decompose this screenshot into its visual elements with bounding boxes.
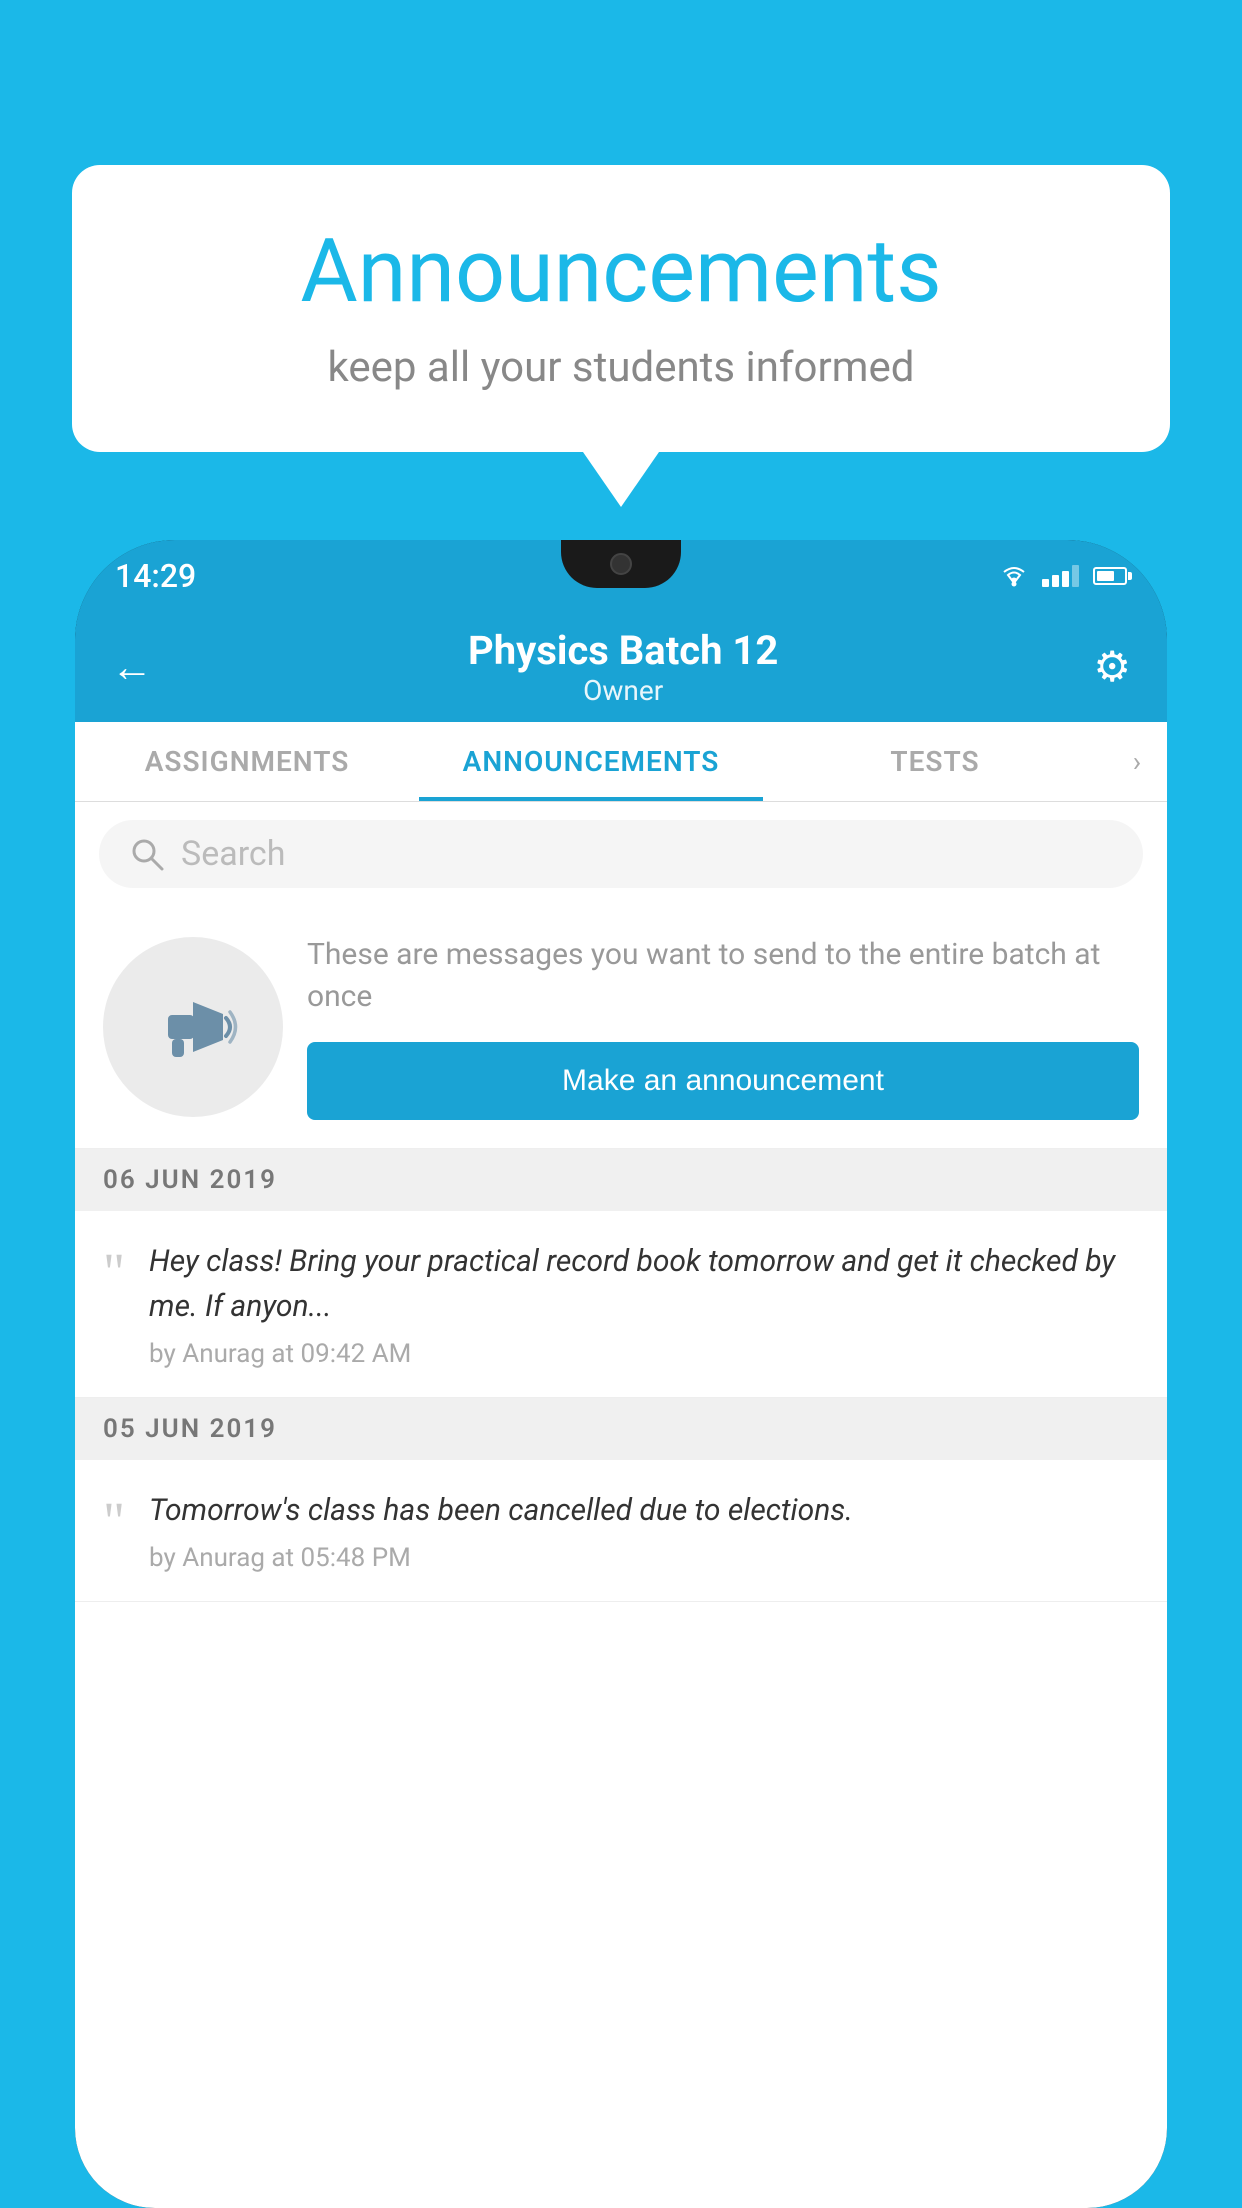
announcement-meta-2: by Anurag at 05:48 PM [149,1543,1139,1573]
make-announcement-button[interactable]: Make an announcement [307,1042,1139,1120]
camera [610,553,632,575]
speech-bubble: Announcements keep all your students inf… [72,165,1170,452]
search-input-wrap[interactable]: Search [99,820,1143,888]
megaphone-icon [148,982,238,1072]
announcement-content-1: Hey class! Bring your practical record b… [149,1239,1139,1369]
announcement-meta-1: by Anurag at 09:42 AM [149,1339,1139,1369]
battery-icon [1093,567,1127,585]
promo-right: These are messages you want to send to t… [307,934,1139,1120]
tab-more[interactable]: › [1107,722,1167,801]
settings-icon[interactable]: ⚙ [1093,642,1131,692]
date-header-june6: 06 JUN 2019 [75,1149,1167,1211]
batch-name: Physics Batch 12 [468,627,778,674]
search-placeholder: Search [181,834,285,874]
signal-icon [1042,565,1079,587]
speech-bubble-container: Announcements keep all your students inf… [72,165,1170,507]
promo-section: These are messages you want to send to t… [75,906,1167,1149]
speech-bubble-tail [583,452,659,507]
announcement-text-1: Hey class! Bring your practical record b… [149,1239,1139,1329]
phone-content: Search These are messages you want to se… [75,802,1167,2208]
tab-tests[interactable]: TESTS [763,722,1107,801]
wifi-icon [1000,565,1028,587]
search-icon [129,836,165,872]
promo-icon-circle [103,937,283,1117]
status-time: 14:29 [115,557,196,595]
announcement-item-2: " Tomorrow's class has been cancelled du… [75,1460,1167,1602]
quote-icon-2: " [103,1494,125,1573]
status-bar: 14:29 [75,540,1167,612]
app-header: ← Physics Batch 12 Owner ⚙ [75,612,1167,722]
tab-announcements[interactable]: ANNOUNCEMENTS [419,722,763,801]
header-title-group: Physics Batch 12 Owner [468,627,778,707]
announcement-text-2: Tomorrow's class has been cancelled due … [149,1488,1139,1533]
announcement-content-2: Tomorrow's class has been cancelled due … [149,1488,1139,1573]
search-bar: Search [75,802,1167,906]
promo-description: These are messages you want to send to t… [307,934,1139,1018]
batch-role: Owner [468,674,778,707]
announcements-subtitle: keep all your students informed [132,343,1110,392]
quote-icon: " [103,1245,125,1369]
tab-assignments[interactable]: ASSIGNMENTS [75,722,419,801]
tabs-bar: ASSIGNMENTS ANNOUNCEMENTS TESTS › [75,722,1167,802]
status-icons [1000,565,1127,587]
phone-frame: 14:29 ← [75,540,1167,2208]
announcement-item-1: " Hey class! Bring your practical record… [75,1211,1167,1398]
battery-fill [1097,571,1114,581]
back-button[interactable]: ← [111,643,153,692]
notch [561,540,681,588]
date-header-june5: 05 JUN 2019 [75,1398,1167,1460]
announcements-title: Announcements [132,220,1110,323]
